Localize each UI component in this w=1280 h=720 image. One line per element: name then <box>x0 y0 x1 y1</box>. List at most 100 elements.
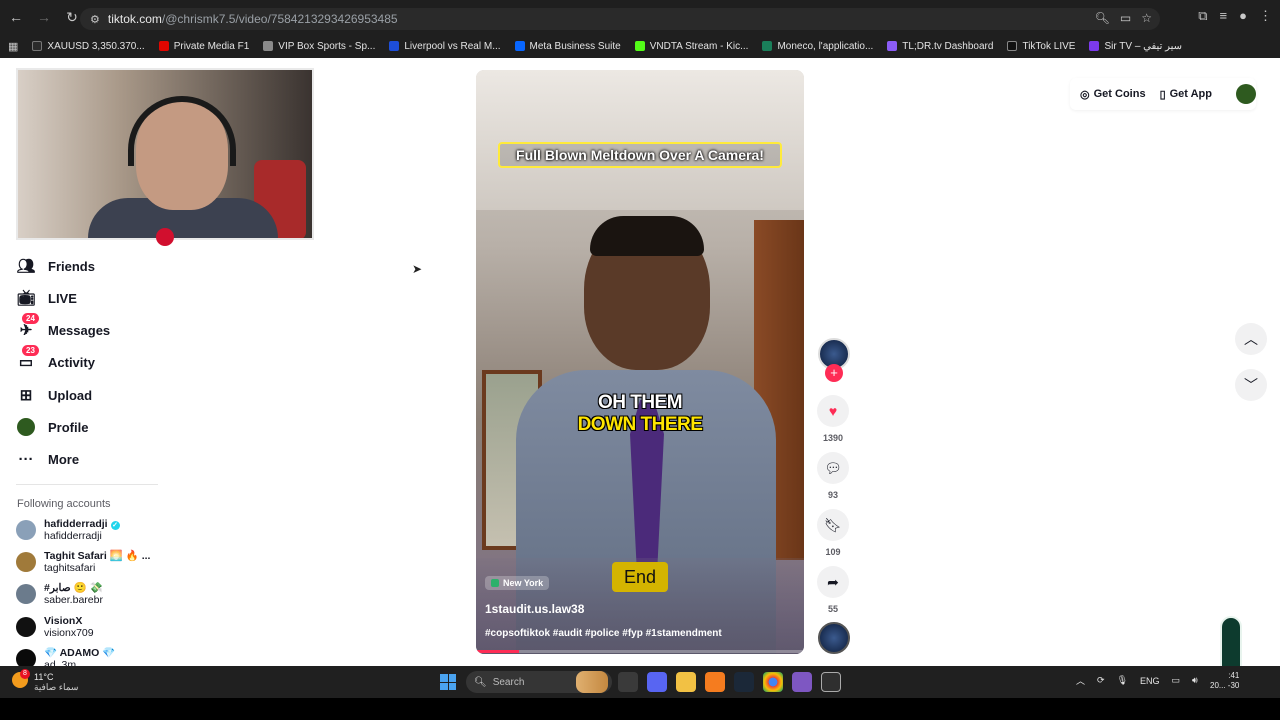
like-count: 1390 <box>822 433 844 443</box>
heart-icon: ♥ <box>817 395 849 427</box>
sidebar-item-messages[interactable]: ✈︎ 24 Messages <box>16 313 110 340</box>
weather-desc: سماء صافية <box>34 682 79 692</box>
previous-video-button[interactable]: ︿ <box>1235 323 1267 355</box>
account-avatar <box>16 617 36 637</box>
coin-icon: ◎ <box>1080 88 1090 101</box>
bookmark-item[interactable]: Liverpool vs Real M... <box>389 41 501 52</box>
app-a-icon[interactable] <box>705 672 725 692</box>
chevron-up-tray-icon[interactable]: ︿ <box>1076 674 1085 687</box>
apps-grid-icon[interactable]: ▦ <box>8 40 18 53</box>
microphone-icon[interactable]: 🎙︎ <box>1117 675 1128 686</box>
chrome-icon[interactable] <box>763 672 783 692</box>
bookmark-favicon <box>887 41 898 51</box>
comment-button[interactable]: 💬︎ 93 <box>816 452 850 500</box>
obs-icon[interactable] <box>821 672 841 692</box>
bookmark-item[interactable]: TikTok LIVE <box>1007 41 1075 52</box>
zoom-icon[interactable]: 🔍︎ <box>1095 11 1110 25</box>
video-hashtags[interactable]: #copsoftiktok #audit #police #fyp #1stam… <box>485 628 722 639</box>
bookmark-favicon <box>634 41 645 51</box>
following-account[interactable]: #صابر 🙂 💸 saber.barebr <box>16 582 103 606</box>
sidebar-item-friends[interactable]: 👥︎ Friends <box>16 256 95 276</box>
like-button[interactable]: ♥ 1390 <box>816 395 850 443</box>
site-info-icon[interactable]: ⚙ <box>90 13 100 26</box>
bookmark-favicon <box>389 41 400 51</box>
feather-app-icon[interactable] <box>792 672 812 692</box>
bookmark-item[interactable]: Sir TV – سير تيفي <box>1089 41 1182 52</box>
sidebar-item-live[interactable]: 📺︎ LIVE <box>16 288 76 308</box>
sidebar-item-more[interactable]: ··· More <box>16 449 80 469</box>
extensions-icon[interactable]: ⧉ <box>1198 8 1207 24</box>
bookmark-item[interactable]: VIP Box Sports - Sp... <box>263 41 375 52</box>
video-caption-line1: OH THEM <box>597 392 683 413</box>
video-caption-top: Full Blown Meltdown Over A Camera! <box>498 142 782 168</box>
follow-plus-button[interactable]: + <box>825 364 843 382</box>
discord-icon[interactable] <box>647 672 667 692</box>
next-video-button[interactable]: ﹀ <box>1235 369 1267 401</box>
bookmark-icon: 🔖︎ <box>817 509 849 541</box>
sync-icon[interactable]: ⟳ <box>1097 675 1105 686</box>
video-progress-track[interactable] <box>476 650 804 653</box>
bookmark-favicon <box>1089 41 1100 51</box>
steam-icon[interactable] <box>734 672 754 692</box>
url-path: /@chrismk7.5/video/7584213293426953485 <box>161 12 398 26</box>
following-account[interactable]: hafidderradji ✓ hafidderradji <box>16 518 120 542</box>
network-icon[interactable]: ▭ <box>1172 675 1181 686</box>
music-disc-avatar[interactable] <box>818 622 850 654</box>
sidebar-item-profile[interactable]: Profile <box>16 417 88 437</box>
weather-widget[interactable]: 8 11°C سماء صافية <box>12 669 79 692</box>
forward-icon[interactable]: → <box>32 5 56 29</box>
bookmark-item[interactable]: Private Media F1 <box>158 41 249 52</box>
messages-badge: 24 <box>22 313 39 324</box>
back-icon[interactable]: ← <box>4 5 28 29</box>
phone-icon: ▯ <box>1159 88 1166 101</box>
profile-icon[interactable]: ● <box>1239 8 1247 24</box>
bookmark-favicon <box>762 41 773 51</box>
share-button[interactable]: ➦ 55 <box>816 566 850 614</box>
video-caption-line2: DOWN THERE <box>577 414 703 435</box>
upload-icon: ⊞ <box>19 387 33 404</box>
bookmark-favicon <box>32 41 43 51</box>
following-account[interactable]: VisionX visionx709 <box>16 615 94 639</box>
language-indicator[interactable]: ENG <box>1140 676 1160 686</box>
get-coins-button[interactable]: ◎ Get Coins <box>1080 88 1146 101</box>
bookmark-item[interactable]: TL;DR.tv Dashboard <box>887 41 993 52</box>
cast-icon[interactable]: ▭ <box>1120 11 1131 25</box>
sidebar-item-activity[interactable]: ▭ 23 Activity <box>16 345 95 372</box>
video-author[interactable]: 1staudit.us.law38 <box>485 602 584 616</box>
account-avatar <box>16 552 36 572</box>
bookmark-item[interactable]: Moneco, l'applicatio... <box>762 41 873 52</box>
volume-icon[interactable]: 🔊︎ <box>1192 675 1198 686</box>
screen: ← → ↻ ⚙ tiktok.com /@chrismk7.5/video/75… <box>0 0 1280 720</box>
sidebar-item-upload[interactable]: ⊞ Upload <box>16 385 92 405</box>
header-actions: ◎ Get Coins ▯ Get App <box>1070 78 1256 110</box>
address-bar[interactable]: ⚙ tiktok.com /@chrismk7.5/video/75842132… <box>80 8 1160 30</box>
user-avatar[interactable] <box>1236 84 1256 104</box>
activity-badge: 23 <box>22 345 39 356</box>
webcam-overlay <box>16 68 314 240</box>
bookmark-item[interactable]: XAUUSD 3,350.370... <box>32 41 145 52</box>
messages-icon: ✈︎ 24 <box>16 313 39 340</box>
screen-bottom-bar <box>0 698 1280 720</box>
save-button[interactable]: 🔖︎ 109 <box>816 509 850 557</box>
task-view-icon[interactable] <box>618 672 638 692</box>
media-icon[interactable]: ≡ <box>1220 8 1228 24</box>
account-avatar <box>16 584 36 604</box>
menu-icon[interactable]: ⋮ <box>1259 8 1272 24</box>
file-explorer-icon[interactable] <box>676 672 696 692</box>
start-windows-icon[interactable] <box>440 674 456 690</box>
location-tag[interactable]: New York <box>485 576 550 590</box>
video-ceiling <box>476 70 804 210</box>
bookmark-item[interactable]: Meta Business Suite <box>514 41 621 52</box>
friends-icon: 👥︎ <box>16 258 36 275</box>
bookmark-favicon <box>263 41 274 51</box>
location-icon <box>491 579 499 587</box>
taskbar-clock[interactable]: :41 20... -30 <box>1210 671 1239 691</box>
video-officer-hair <box>590 216 704 256</box>
video-player[interactable]: Full Blown Meltdown Over A Camera! OH TH… <box>476 70 804 654</box>
weather-badge: 8 <box>20 669 30 679</box>
bookmark-item[interactable]: VNDTA Stream - Kic... <box>634 41 748 52</box>
url-host: tiktok.com <box>107 12 162 26</box>
following-account[interactable]: Taghit Safari 🌅 🔥 ... taghitsafari <box>16 550 150 574</box>
bookmark-star-icon[interactable]: ☆ <box>1141 11 1152 25</box>
get-app-button[interactable]: ▯ Get App <box>1160 88 1212 101</box>
